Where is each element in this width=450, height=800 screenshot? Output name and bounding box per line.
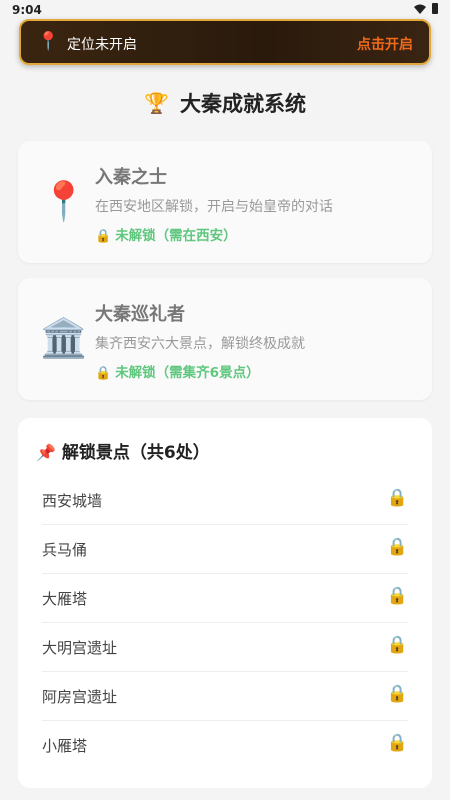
lock-icon: 🔒 [386,537,408,557]
lock-icon: 🔒 [386,586,408,606]
status-time: 9:04 [12,3,42,17]
lock-icon: 🔒 [386,488,408,508]
achievement-card-entry[interactable]: 📍 入秦之士 在西安地区解锁，开启与始皇帝的对话 🔒 未解锁（需在西安） [18,141,432,263]
page-header: 🏆 大秦成就系统 [0,88,450,118]
spots-header: 📌 解锁景点（共6处） [36,438,210,463]
achievement-status-text: 未解锁（需集齐6景点） [115,365,260,381]
achievement-title: 大秦巡礼者 [95,304,185,325]
achievement-status: 🔒 未解锁（需在西安） [95,224,237,244]
achievement-title: 入秦之士 [95,167,167,188]
enable-location-button[interactable]: 点击开启 [357,34,413,54]
achievement-status: 🔒 未解锁（需集齐6景点） [95,361,260,381]
spot-name: 阿房宫遗址 [42,688,118,706]
spot-item[interactable]: 阿房宫遗址 🔒 [42,672,408,721]
lock-icon: 🔒 [95,229,112,244]
trophy-icon: 🏆 [144,91,169,115]
page-title: 大秦成就系统 [180,92,306,116]
lock-icon: 🔒 [386,635,408,655]
spot-name: 兵马俑 [42,541,88,559]
battery-icon [432,3,438,14]
location-pin-icon: 📍 [40,179,88,223]
status-bar: 9:04 [0,0,450,20]
spot-name: 小雁塔 [42,737,88,755]
spot-name: 大明宫遗址 [42,639,118,657]
spot-item[interactable]: 西安城墙 🔒 [42,476,408,525]
achievement-description: 在西安地区解锁，开启与始皇帝的对话 [95,199,333,215]
spot-item[interactable]: 大明宫遗址 🔒 [42,623,408,672]
spot-item[interactable]: 小雁塔 🔒 [42,721,408,769]
map-pin-icon: 📍 [37,31,60,52]
spots-card: 📌 解锁景点（共6处） 西安城墙 🔒 兵马俑 🔒 大雁塔 🔒 大明宫遗址 🔒 阿房宫遗址 🔒… [18,418,432,788]
spot-name: 大雁塔 [42,590,88,608]
achievement-card-pilgrim[interactable]: 🏛️ 大秦巡礼者 集齐西安六大景点，解锁终极成就 🔒 未解锁（需集齐6景点） [18,278,432,400]
wifi-icon [414,4,426,14]
spot-name: 西安城墙 [42,492,103,510]
spot-list: 西安城墙 🔒 兵马俑 🔒 大雁塔 🔒 大明宫遗址 🔒 阿房宫遗址 🔒 小雁塔 🔒 [42,476,408,769]
lock-icon: 🔒 [95,366,112,381]
pushpin-icon: 📌 [36,443,56,462]
achievement-status-text: 未解锁（需在西安） [115,228,237,244]
spot-item[interactable]: 兵马俑 🔒 [42,525,408,574]
spots-header-text: 解锁景点（共6处） [61,443,210,463]
classical-building-icon: 🏛️ [40,316,88,360]
achievement-description: 集齐西安六大景点，解锁终极成就 [95,336,305,352]
spot-item[interactable]: 大雁塔 🔒 [42,574,408,623]
status-icons [414,3,438,14]
lock-icon: 🔒 [386,733,408,753]
location-banner[interactable]: 📍 定位未开启 点击开启 [19,19,431,65]
location-status-text: 定位未开启 [67,37,137,53]
lock-icon: 🔒 [386,684,408,704]
